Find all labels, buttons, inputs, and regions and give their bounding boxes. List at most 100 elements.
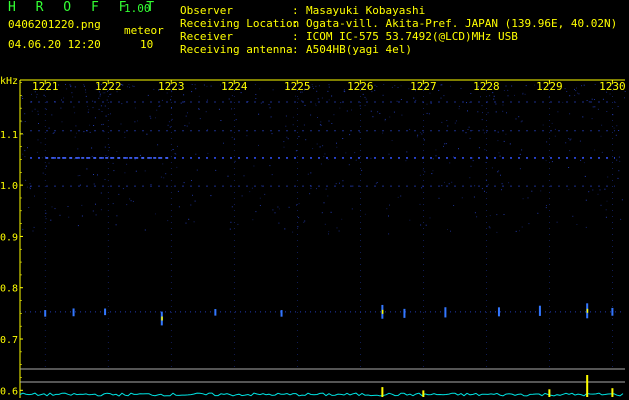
noise-speck bbox=[206, 85, 208, 87]
noise-speck bbox=[41, 157, 43, 159]
noise-speck bbox=[339, 107, 341, 109]
noise-speck bbox=[121, 103, 123, 105]
noise-speck bbox=[215, 169, 217, 171]
noise-speck bbox=[251, 187, 253, 189]
noise-speck bbox=[205, 111, 207, 113]
noise-speck bbox=[31, 110, 33, 112]
y-tick-label: 0.9 bbox=[0, 232, 18, 243]
noise-speck bbox=[503, 140, 505, 142]
noise-speck bbox=[88, 109, 90, 111]
noise-speck bbox=[515, 230, 517, 232]
noise-speck bbox=[391, 140, 393, 141]
noise-speck bbox=[45, 212, 47, 214]
noise-speck bbox=[171, 118, 173, 120]
noise-speck bbox=[394, 85, 396, 87]
level-spike bbox=[611, 388, 614, 397]
noise-speck bbox=[372, 116, 374, 118]
noise-speck bbox=[310, 114, 312, 116]
noise-speck bbox=[295, 95, 296, 97]
noise-speck bbox=[177, 145, 178, 147]
noise-speck bbox=[489, 95, 491, 97]
y-tick-label: 1.1 bbox=[0, 130, 18, 141]
noise-speck bbox=[524, 93, 526, 95]
noise-speck bbox=[162, 163, 164, 165]
noise-speck bbox=[254, 84, 256, 86]
noise-speck bbox=[355, 159, 357, 161]
noise-speck bbox=[252, 219, 254, 221]
noise-speck bbox=[454, 122, 456, 124]
noise-speck bbox=[592, 106, 594, 108]
noise-speck bbox=[618, 156, 620, 158]
noise-speck bbox=[297, 98, 299, 100]
noise-speck bbox=[417, 134, 419, 136]
noise-speck bbox=[594, 149, 596, 151]
noise-speck bbox=[310, 187, 312, 189]
noise-speck bbox=[72, 96, 74, 98]
noise-speck bbox=[397, 87, 399, 88]
noise-speck bbox=[316, 90, 318, 92]
noise-speck bbox=[315, 85, 317, 87]
noise-speck bbox=[425, 224, 427, 226]
noise-speck bbox=[48, 162, 50, 164]
noise-speck bbox=[470, 165, 472, 167]
noise-speck bbox=[105, 115, 107, 117]
noise-speck bbox=[21, 95, 23, 97]
noise-speck bbox=[134, 121, 136, 123]
noise-speck bbox=[32, 230, 34, 232]
noise-speck bbox=[444, 181, 445, 183]
noise-speck bbox=[429, 217, 431, 219]
noise-speck bbox=[285, 125, 287, 127]
noise-speck bbox=[79, 175, 81, 176]
noise-speck bbox=[50, 219, 52, 221]
noise-speck bbox=[304, 220, 306, 222]
noise-speck bbox=[76, 132, 77, 134]
noise-speck bbox=[43, 94, 45, 96]
noise-speck bbox=[63, 97, 65, 99]
noise-speck bbox=[346, 110, 348, 112]
noise-speck bbox=[364, 96, 366, 98]
noise-speck bbox=[578, 93, 580, 95]
noise-speck bbox=[582, 116, 584, 118]
noise-speck bbox=[557, 111, 559, 113]
noise-speck bbox=[104, 179, 106, 180]
noise-speck bbox=[165, 173, 167, 175]
noise-speck bbox=[361, 169, 363, 171]
noise-speck bbox=[287, 138, 289, 140]
noise-speck bbox=[467, 129, 469, 130]
x-tick-label: 1226 bbox=[347, 80, 374, 93]
noise-speck bbox=[101, 124, 103, 126]
noise-speck bbox=[447, 125, 449, 127]
noise-speck bbox=[31, 93, 32, 95]
meteor-echo bbox=[611, 307, 614, 316]
noise-speck bbox=[115, 224, 117, 226]
noise-speck bbox=[473, 196, 475, 198]
noise-speck bbox=[48, 127, 50, 129]
noise-speck bbox=[594, 106, 596, 108]
noise-speck bbox=[91, 155, 93, 157]
noise-speck bbox=[518, 116, 520, 118]
noise-speck bbox=[150, 184, 152, 185]
noise-speck bbox=[272, 209, 274, 211]
noise-speck bbox=[351, 208, 353, 210]
noise-speck bbox=[135, 170, 137, 172]
noise-speck bbox=[85, 89, 86, 91]
noise-speck bbox=[301, 100, 303, 102]
noise-speck bbox=[237, 223, 239, 225]
noise-speck bbox=[196, 169, 198, 171]
noise-speck bbox=[432, 170, 434, 172]
noise-speck bbox=[498, 152, 500, 154]
noise-speck bbox=[28, 207, 30, 208]
noise-speck bbox=[21, 121, 23, 123]
noise-speck bbox=[42, 172, 44, 174]
noise-speck bbox=[228, 98, 230, 100]
noise-speck bbox=[624, 97, 625, 99]
noise-speck bbox=[606, 200, 608, 202]
noise-speck bbox=[259, 205, 261, 206]
noise-speck bbox=[231, 136, 233, 138]
noise-speck bbox=[59, 214, 61, 216]
noise-speck bbox=[487, 184, 489, 186]
noise-speck bbox=[484, 149, 486, 151]
noise-speck bbox=[75, 125, 77, 127]
noise-speck bbox=[92, 210, 94, 212]
noise-speck bbox=[379, 113, 381, 114]
